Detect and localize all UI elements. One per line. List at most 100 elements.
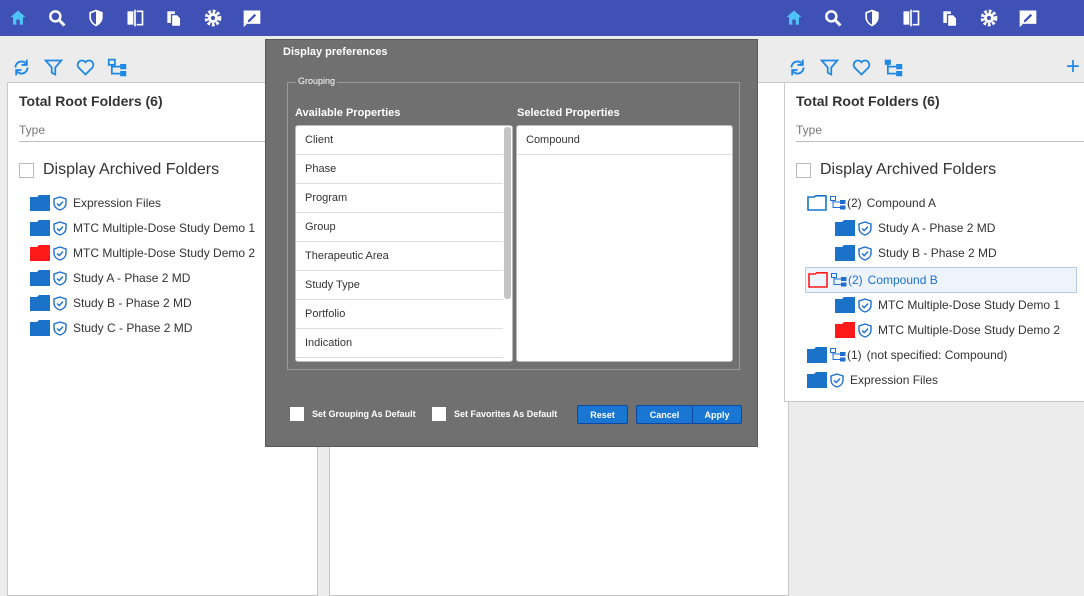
property-item-group[interactable]: Group xyxy=(296,213,503,242)
top-navbar-left xyxy=(0,0,390,36)
folder-item[interactable]: MTC Multiple-Dose Study Demo 1 xyxy=(30,220,255,236)
folder-label: Study C - Phase 2 MD xyxy=(73,321,193,335)
filter-icon[interactable] xyxy=(42,56,64,78)
list-scrollbar[interactable] xyxy=(504,127,511,299)
panel-toolbar-left xyxy=(10,52,138,82)
set-favorites-default-option[interactable]: Set Favorites As Default xyxy=(432,407,557,421)
verified-shield-icon xyxy=(53,320,67,336)
folder-label: MTC Multiple-Dose Study Demo 2 xyxy=(878,323,1061,337)
verified-shield-icon xyxy=(858,245,872,261)
folder-icon xyxy=(835,220,855,236)
open-folder-icon xyxy=(807,195,827,211)
edit-icon[interactable] xyxy=(1018,8,1038,28)
favorite-heart-icon[interactable] xyxy=(850,56,872,78)
gear-icon[interactable] xyxy=(979,8,999,28)
folder-icon xyxy=(30,320,50,336)
add-folder-icon[interactable]: + xyxy=(1066,55,1080,79)
available-properties-list[interactable]: Client Phase Program Group Therapeutic A… xyxy=(295,125,513,362)
property-item-therapeutic-area[interactable]: Therapeutic Area xyxy=(296,242,503,271)
folder-icon xyxy=(30,195,50,211)
folder-label: Expression Files xyxy=(73,196,162,210)
folder-icon xyxy=(835,322,855,338)
property-item-indication[interactable]: Indication xyxy=(296,329,503,358)
cancel-button[interactable]: Cancel xyxy=(636,405,693,424)
set-grouping-default-option[interactable]: Set Grouping As Default xyxy=(290,407,416,421)
folder-icon xyxy=(30,295,50,311)
folder-icon xyxy=(30,270,50,286)
divider xyxy=(796,141,1084,142)
hierarchy-icon[interactable] xyxy=(106,56,128,78)
set-grouping-default-checkbox[interactable] xyxy=(290,407,304,421)
folder-label: Study A - Phase 2 MD xyxy=(878,221,996,235)
folder-label: Expression Files xyxy=(850,373,939,387)
folder-item[interactable]: MTC Multiple-Dose Study Demo 1 xyxy=(835,297,1060,313)
gear-icon[interactable] xyxy=(203,8,223,28)
group-compound-a[interactable]: (2) Compound A xyxy=(807,195,936,211)
refresh-icon[interactable] xyxy=(10,56,32,78)
apply-button[interactable]: Apply xyxy=(692,405,742,424)
copy-icon[interactable] xyxy=(940,8,960,28)
edit-icon[interactable] xyxy=(242,8,262,28)
hierarchy-icon[interactable] xyxy=(882,56,904,78)
verified-shield-icon xyxy=(830,372,844,388)
folder-item[interactable]: Expression Files xyxy=(807,372,938,388)
property-item-study-type[interactable]: Study Type xyxy=(296,271,503,300)
set-favorites-default-checkbox[interactable] xyxy=(432,407,446,421)
compare-icon[interactable] xyxy=(125,8,145,28)
group-compound-b[interactable]: (2) Compound B xyxy=(805,267,1077,293)
group-count: (2) xyxy=(848,273,863,287)
display-preferences-dialog: Display preferences Grouping Available P… xyxy=(265,39,758,447)
folder-item[interactable]: MTC Multiple-Dose Study Demo 2 xyxy=(30,245,255,261)
folder-item[interactable]: MTC Multiple-Dose Study Demo 2 xyxy=(835,322,1060,338)
property-item-phase[interactable]: Phase xyxy=(296,155,503,184)
reset-button[interactable]: Reset xyxy=(577,405,628,424)
folder-item[interactable]: Study B - Phase 2 MD xyxy=(30,295,192,311)
folder-icon xyxy=(807,347,827,363)
verified-shield-icon xyxy=(858,297,872,313)
folder-icon xyxy=(835,297,855,313)
group-unspecified[interactable]: (1) (not specified: Compound) xyxy=(807,347,1007,363)
grouping-legend: Grouping xyxy=(296,76,338,86)
folder-label: MTC Multiple-Dose Study Demo 2 xyxy=(73,246,256,260)
folder-label: MTC Multiple-Dose Study Demo 1 xyxy=(73,221,256,235)
folder-item[interactable]: Study B - Phase 2 MD xyxy=(835,245,997,261)
folder-label: Study B - Phase 2 MD xyxy=(878,246,997,260)
verified-shield-icon xyxy=(858,322,872,338)
folder-item[interactable]: Study A - Phase 2 MD xyxy=(835,220,995,236)
property-item-portfolio[interactable]: Portfolio xyxy=(296,300,503,329)
property-item-client[interactable]: Client xyxy=(296,126,503,155)
display-archived-toggle[interactable]: Display Archived Folders xyxy=(796,161,996,179)
shield-icon[interactable] xyxy=(86,8,106,28)
refresh-icon[interactable] xyxy=(786,56,808,78)
group-label: (not specified: Compound) xyxy=(866,348,1008,362)
verified-shield-icon xyxy=(53,245,67,261)
right-folder-panel: Total Root Folders (6) Type Display Arch… xyxy=(784,82,1084,402)
archived-label: Display Archived Folders xyxy=(820,161,997,178)
home-icon[interactable] xyxy=(8,8,28,28)
verified-shield-icon xyxy=(858,220,872,236)
archived-checkbox[interactable] xyxy=(19,162,34,178)
group-label: Compound B xyxy=(867,273,938,287)
shield-icon[interactable] xyxy=(862,8,882,28)
compare-icon[interactable] xyxy=(901,8,921,28)
selected-properties-list[interactable]: Compound xyxy=(516,125,733,362)
verified-shield-icon xyxy=(53,295,67,311)
home-icon[interactable] xyxy=(784,8,804,28)
filter-icon[interactable] xyxy=(818,56,840,78)
verified-shield-icon xyxy=(53,270,67,286)
top-navbar-right xyxy=(758,0,1084,36)
folder-icon xyxy=(30,220,50,236)
display-archived-toggle[interactable]: Display Archived Folders xyxy=(19,161,219,179)
folder-icon xyxy=(30,245,50,261)
favorite-heart-icon[interactable] xyxy=(74,56,96,78)
folder-item[interactable]: Study A - Phase 2 MD xyxy=(30,270,190,286)
search-icon[interactable] xyxy=(823,8,843,28)
selected-item-compound[interactable]: Compound xyxy=(517,126,732,155)
folder-item[interactable]: Study C - Phase 2 MD xyxy=(30,320,192,336)
folder-item[interactable]: Expression Files xyxy=(30,195,161,211)
archived-checkbox[interactable] xyxy=(796,162,811,178)
search-icon[interactable] xyxy=(47,8,67,28)
property-item-program[interactable]: Program xyxy=(296,184,503,213)
panel-title: Total Root Folders (6) xyxy=(19,93,163,109)
copy-icon[interactable] xyxy=(164,8,184,28)
